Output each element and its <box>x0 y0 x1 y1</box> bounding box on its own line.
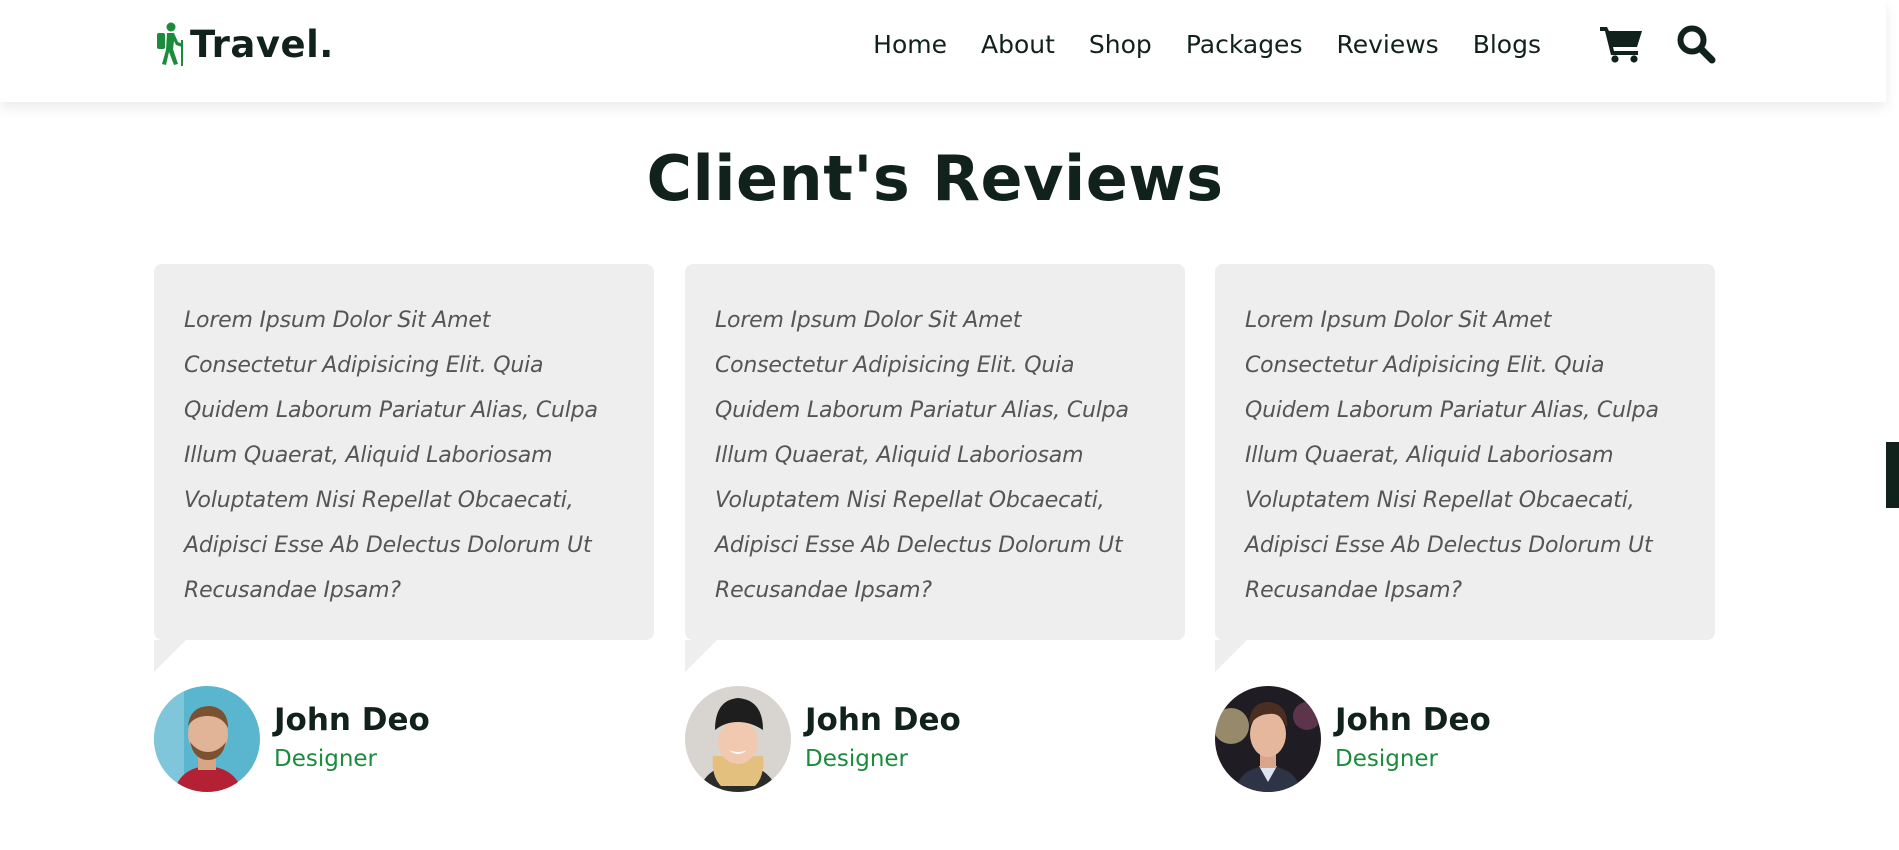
author-name: John Deo <box>1335 702 1491 738</box>
site-header: Travel. Home About Shop Packages Reviews… <box>0 0 1886 102</box>
review-bubble: Lorem Ipsum Dolor Sit Amet Consectetur A… <box>1215 264 1715 672</box>
side-scroll-tab[interactable] <box>1886 442 1899 508</box>
review-author: John Deo Designer <box>1215 686 1491 792</box>
review-author: John Deo Designer <box>154 686 430 792</box>
section-title: Client's Reviews <box>646 142 1224 215</box>
avatar <box>154 686 260 792</box>
hiker-icon <box>154 22 186 66</box>
review-card: Lorem Ipsum Dolor Sit Amet Consectetur A… <box>154 264 654 792</box>
author-role: Designer <box>805 746 909 772</box>
logo-text: Travel. <box>190 22 334 66</box>
review-card: Lorem Ipsum Dolor Sit Amet Consectetur A… <box>685 264 1185 792</box>
nav-home[interactable]: Home <box>873 30 947 59</box>
nav-about[interactable]: About <box>981 30 1055 59</box>
nav-reviews[interactable]: Reviews <box>1336 30 1438 59</box>
author-role: Designer <box>274 746 378 772</box>
search-icon[interactable] <box>1672 20 1720 68</box>
author-role: Designer <box>1335 746 1439 772</box>
logo-link[interactable]: Travel. <box>154 20 334 68</box>
review-text: Lorem Ipsum Dolor Sit Amet Consectetur A… <box>715 308 1129 603</box>
author-name: John Deo <box>274 702 430 738</box>
shopping-cart-icon[interactable] <box>1598 20 1646 68</box>
review-text: Lorem Ipsum Dolor Sit Amet Consectetur A… <box>1245 308 1659 603</box>
nav-blogs[interactable]: Blogs <box>1473 30 1541 59</box>
author-name: John Deo <box>805 702 961 738</box>
header-icons <box>1598 20 1746 68</box>
avatar <box>685 686 791 792</box>
review-card: Lorem Ipsum Dolor Sit Amet Consectetur A… <box>1215 264 1715 792</box>
review-author: John Deo Designer <box>685 686 961 792</box>
main-nav: Home About Shop Packages Reviews Blogs <box>839 24 1541 64</box>
nav-packages[interactable]: Packages <box>1186 30 1303 59</box>
nav-shop[interactable]: Shop <box>1089 30 1152 59</box>
review-text: Lorem Ipsum Dolor Sit Amet Consectetur A… <box>184 308 598 603</box>
avatar <box>1215 686 1321 792</box>
review-bubble: Lorem Ipsum Dolor Sit Amet Consectetur A… <box>685 264 1185 672</box>
review-bubble: Lorem Ipsum Dolor Sit Amet Consectetur A… <box>154 264 654 672</box>
